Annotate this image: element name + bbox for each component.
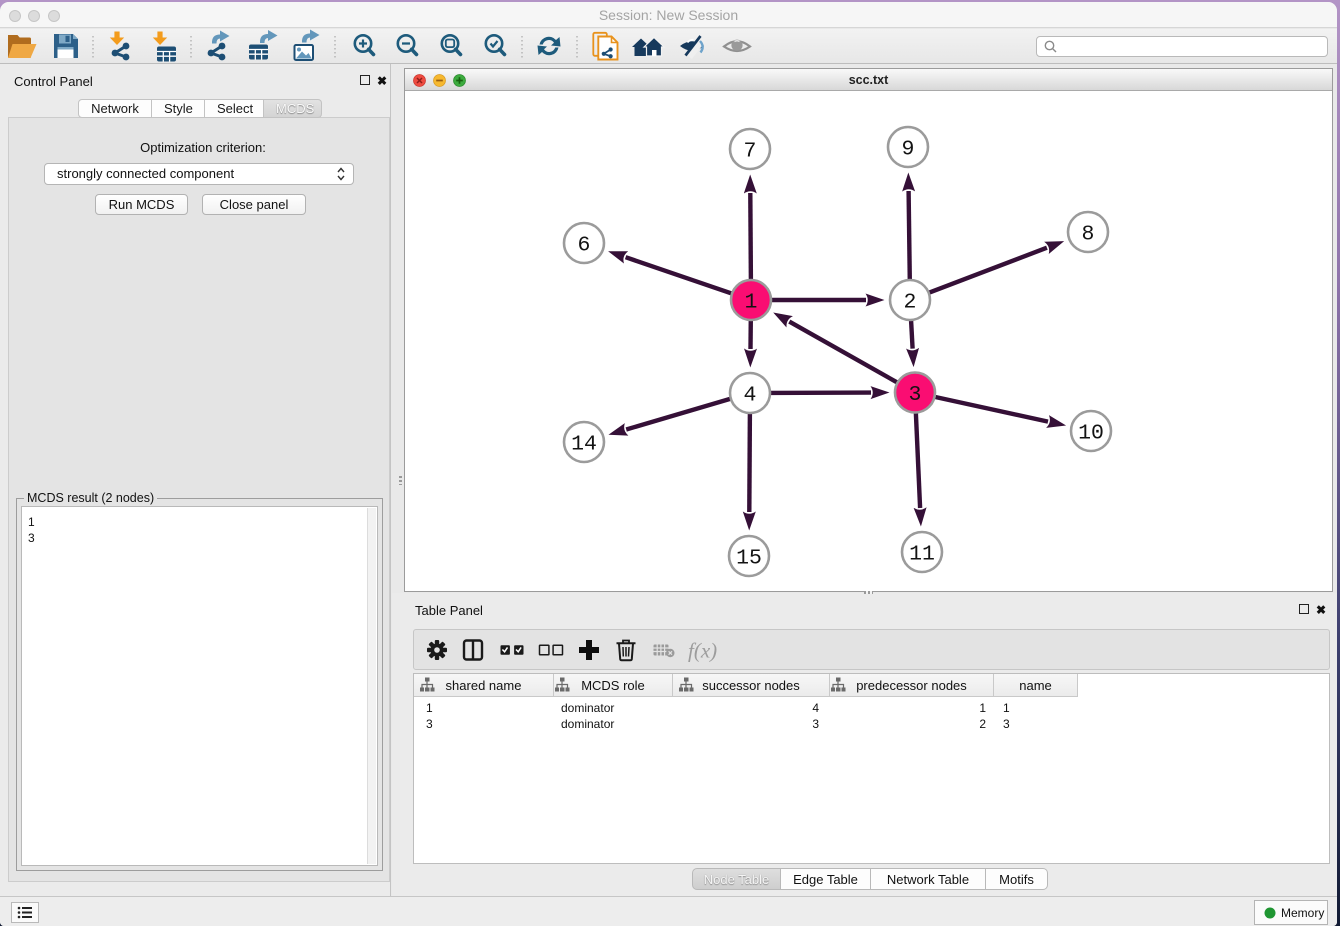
svg-text:f(x): f(x) bbox=[688, 639, 717, 663]
svg-text:8: 8 bbox=[1082, 223, 1095, 247]
svg-text:15: 15 bbox=[736, 547, 762, 571]
svg-text:1: 1 bbox=[745, 291, 758, 315]
svg-text:10: 10 bbox=[1078, 422, 1104, 446]
svg-text:14: 14 bbox=[571, 433, 597, 457]
svg-text:11: 11 bbox=[909, 543, 935, 567]
svg-text:4: 4 bbox=[744, 384, 757, 408]
svg-text:7: 7 bbox=[744, 140, 757, 164]
svg-text:6: 6 bbox=[578, 234, 591, 258]
svg-text:9: 9 bbox=[902, 138, 915, 162]
svg-text:2: 2 bbox=[904, 291, 917, 315]
svg-text:3: 3 bbox=[909, 383, 922, 407]
